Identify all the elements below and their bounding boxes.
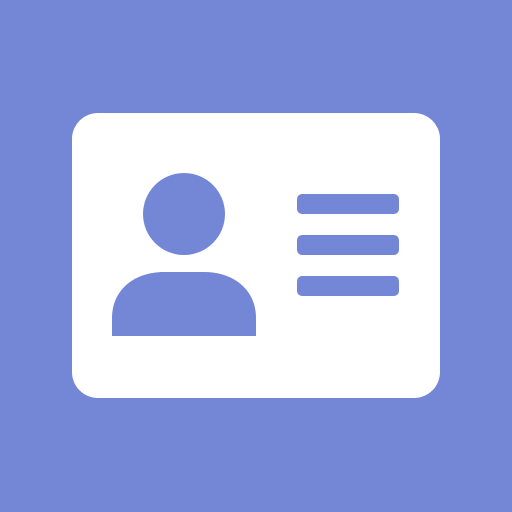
id-card-icon xyxy=(0,0,512,512)
avatar-shoulders-icon xyxy=(112,272,256,336)
text-line-2 xyxy=(297,235,399,255)
avatar-head-icon xyxy=(143,173,225,255)
card-body xyxy=(72,113,440,398)
text-line-1 xyxy=(297,194,399,214)
app-icon xyxy=(0,0,512,512)
text-line-3 xyxy=(297,276,399,296)
